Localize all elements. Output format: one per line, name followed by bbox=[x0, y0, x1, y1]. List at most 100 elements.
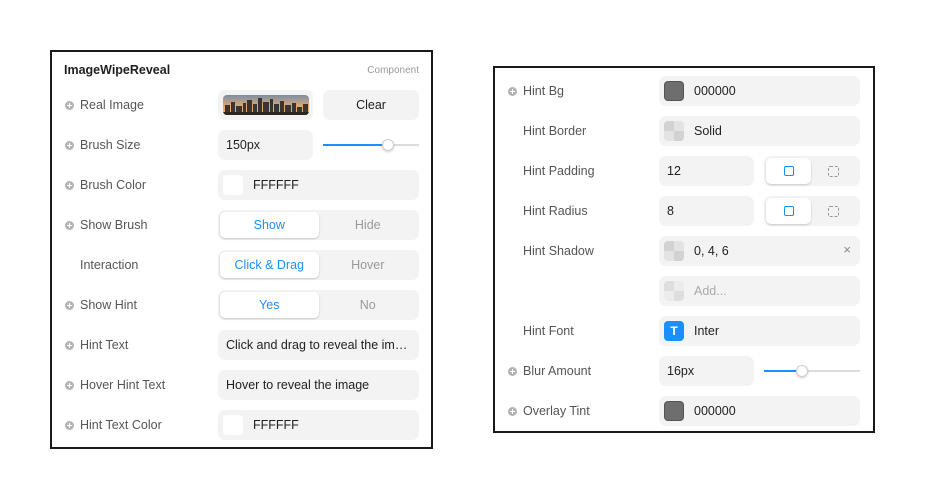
blur-amount-slider[interactable] bbox=[764, 365, 860, 377]
brush-color-picker[interactable]: FFFFFF bbox=[218, 170, 419, 200]
hover-option[interactable]: Hover bbox=[319, 252, 418, 278]
uniform-padding-button[interactable] bbox=[766, 158, 811, 184]
add-placeholder: Add... bbox=[694, 284, 727, 298]
brush-size-input[interactable]: 150px bbox=[218, 130, 313, 160]
add-icon[interactable] bbox=[508, 86, 517, 96]
slider-fill bbox=[323, 144, 388, 146]
brush-color-value: FFFFFF bbox=[253, 178, 299, 192]
add-shadow-button[interactable]: Add... bbox=[659, 276, 860, 306]
hint-border-picker[interactable]: Solid bbox=[659, 116, 860, 146]
hint-radius-input[interactable]: 8 bbox=[659, 196, 754, 226]
hover-hint-text-input[interactable]: Hover to reveal the image bbox=[218, 370, 419, 400]
blur-amount-value: 16px bbox=[667, 364, 695, 378]
brush-size-slider[interactable] bbox=[323, 139, 419, 151]
per-corner-icon bbox=[828, 205, 839, 217]
click-drag-option[interactable]: Click & Drag bbox=[220, 252, 319, 278]
hint-border-label: Hint Border bbox=[523, 124, 587, 138]
uniform-box-icon bbox=[783, 166, 794, 176]
remove-shadow-icon[interactable]: × bbox=[843, 243, 851, 257]
per-side-box-icon bbox=[828, 165, 839, 177]
add-icon[interactable] bbox=[65, 380, 74, 390]
hint-font-value: Inter bbox=[694, 324, 720, 338]
shadow-swatch[interactable] bbox=[664, 241, 684, 261]
add-icon[interactable] bbox=[65, 340, 74, 350]
overlay-tint-label: Overlay Tint bbox=[523, 404, 590, 418]
hide-option[interactable]: Hide bbox=[319, 212, 418, 238]
uniform-radius-button[interactable] bbox=[766, 198, 811, 224]
hover-hint-text-value: Hover to reveal the image bbox=[226, 378, 370, 392]
row-add-shadow: Add... bbox=[495, 271, 873, 311]
hint-font-label: Hint Font bbox=[523, 324, 574, 338]
interaction-label: Interaction bbox=[80, 258, 139, 272]
per-corner-radius-button[interactable] bbox=[811, 198, 856, 224]
slider-knob[interactable] bbox=[796, 365, 808, 377]
hint-radius-label: Hint Radius bbox=[523, 204, 588, 218]
border-swatch[interactable] bbox=[664, 121, 684, 141]
hint-text-color-picker[interactable]: FFFFFF bbox=[218, 410, 419, 440]
show-brush-label: Show Brush bbox=[80, 218, 148, 232]
show-hint-label: Show Hint bbox=[80, 298, 137, 312]
per-side-padding-button[interactable] bbox=[811, 158, 856, 184]
add-icon[interactable] bbox=[508, 406, 517, 416]
blur-amount-input[interactable]: 16px bbox=[659, 356, 754, 386]
row-brush-size: Brush Size 150px bbox=[52, 125, 431, 165]
color-swatch[interactable] bbox=[664, 81, 684, 101]
hint-bg-color-picker[interactable]: 000000 bbox=[659, 76, 860, 106]
show-brush-toggle[interactable]: Show Hide bbox=[218, 210, 419, 240]
hover-hint-text-label: Hover Hint Text bbox=[80, 378, 166, 392]
no-option[interactable]: No bbox=[319, 292, 418, 318]
row-hint-shadow: Hint Shadow 0, 4, 6 × bbox=[495, 231, 873, 271]
row-hint-padding: Hint Padding 12 bbox=[495, 151, 873, 191]
brush-size-value: 150px bbox=[226, 138, 261, 152]
hint-padding-value: 12 bbox=[667, 164, 681, 178]
add-icon[interactable] bbox=[508, 366, 517, 376]
color-swatch[interactable] bbox=[664, 401, 684, 421]
slider-knob[interactable] bbox=[382, 139, 394, 151]
component-type-label: Component bbox=[367, 64, 419, 76]
row-show-hint: Show Hint Yes No bbox=[52, 285, 431, 325]
yes-option[interactable]: Yes bbox=[220, 292, 319, 318]
uniform-corner-icon bbox=[783, 206, 794, 216]
show-hint-toggle[interactable]: Yes No bbox=[218, 290, 419, 320]
real-image-label: Real Image bbox=[80, 98, 144, 112]
overlay-tint-color-picker[interactable]: 000000 bbox=[659, 396, 860, 426]
city-skyline-image bbox=[223, 95, 309, 115]
row-real-image: Real Image Clear bbox=[52, 85, 431, 125]
hint-padding-input[interactable]: 12 bbox=[659, 156, 754, 186]
real-image-thumbnail bbox=[223, 95, 309, 115]
hint-text-color-label: Hint Text Color bbox=[80, 418, 162, 432]
color-swatch[interactable] bbox=[223, 175, 243, 195]
hint-bg-value: 000000 bbox=[694, 84, 736, 98]
hint-radius-value: 8 bbox=[667, 204, 674, 218]
properties-panel-right: Hint Bg 000000 Hint Border Solid Hint Pa… bbox=[493, 66, 875, 433]
row-blur-amount: Blur Amount 16px bbox=[495, 351, 873, 391]
row-hint-text: Hint Text Click and drag to reveal the i… bbox=[52, 325, 431, 365]
row-hint-text-color: Hint Text Color FFFFFF bbox=[52, 405, 431, 445]
add-icon[interactable] bbox=[65, 140, 74, 150]
hint-text-input[interactable]: Click and drag to reveal the image bbox=[218, 330, 419, 360]
color-swatch[interactable] bbox=[223, 415, 243, 435]
hint-shadow-label: Hint Shadow bbox=[523, 244, 594, 258]
hint-font-picker[interactable]: T Inter bbox=[659, 316, 860, 346]
hint-text-value: Click and drag to reveal the image bbox=[226, 338, 411, 352]
brush-size-label: Brush Size bbox=[80, 138, 141, 152]
image-picker[interactable] bbox=[218, 90, 313, 120]
radius-mode-toggle[interactable] bbox=[764, 196, 860, 226]
padding-mode-toggle[interactable] bbox=[764, 156, 860, 186]
clear-button[interactable]: Clear bbox=[323, 90, 419, 120]
show-option[interactable]: Show bbox=[220, 212, 319, 238]
hint-shadow-value: 0, 4, 6 bbox=[694, 244, 729, 258]
row-hint-font: Hint Font T Inter bbox=[495, 311, 873, 351]
add-icon[interactable] bbox=[65, 100, 74, 110]
add-icon[interactable] bbox=[65, 180, 74, 190]
add-icon[interactable] bbox=[65, 220, 74, 230]
hint-bg-label: Hint Bg bbox=[523, 84, 564, 98]
add-icon[interactable] bbox=[65, 300, 74, 310]
hint-shadow-item[interactable]: 0, 4, 6 × bbox=[659, 236, 860, 266]
component-title: ImageWipeReveal bbox=[64, 63, 171, 77]
brush-color-label: Brush Color bbox=[80, 178, 146, 192]
add-icon[interactable] bbox=[65, 420, 74, 430]
hint-text-color-value: FFFFFF bbox=[253, 418, 299, 432]
empty-swatch bbox=[664, 281, 684, 301]
interaction-toggle[interactable]: Click & Drag Hover bbox=[218, 250, 419, 280]
